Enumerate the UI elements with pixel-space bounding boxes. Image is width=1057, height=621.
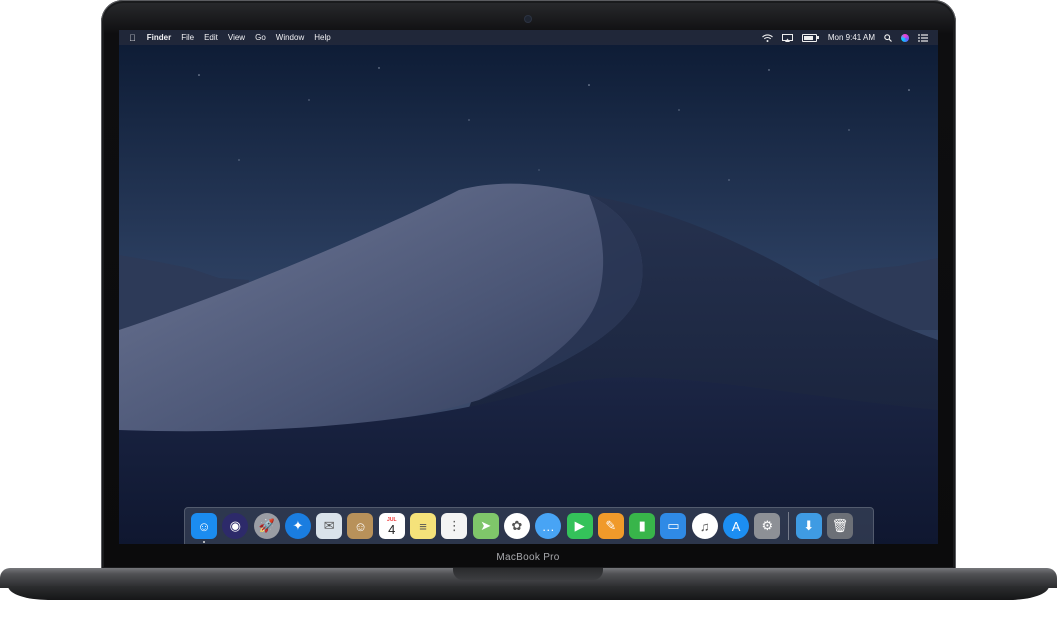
contacts-icon[interactable]: ☺ (347, 513, 374, 539)
menu-window[interactable]: Window (276, 33, 304, 42)
siri-icon[interactable] (901, 33, 909, 42)
facetime-icon[interactable]: ▶ (566, 513, 593, 539)
itunes-icon[interactable]: ♫ (691, 513, 718, 539)
launchpad-icon[interactable]: 🚀 (253, 513, 280, 539)
device-brand-label: MacBook Pro (496, 552, 560, 563)
downloads-folder-icon[interactable]: ⬇ (795, 513, 822, 539)
laptop-base-bottom (8, 586, 1049, 600)
calendar-day-label: 4 (388, 521, 396, 537)
safari-icon[interactable]: ✦ (284, 513, 311, 539)
running-indicator (203, 541, 205, 543)
menu-bar:  Finder File Edit View Go Window Help M… (119, 30, 938, 45)
airplay-icon[interactable] (781, 33, 793, 42)
trash-icon[interactable]: 🗑 (826, 513, 853, 539)
calendar-icon[interactable]: JUL 4 (378, 513, 405, 539)
dock: ☺ ◉ 🚀 ✦ ✉ ☺ JUL 4 ≡ ⋮ ➤ ✿… ▶ ✎ ▮ ▭ ♫ A ⚙ ⬇ 🗑 (184, 507, 874, 544)
keynote-icon[interactable]: ▭ (660, 513, 687, 539)
lid-opening-notch (453, 568, 603, 580)
notification-center-icon[interactable] (918, 33, 928, 42)
apple-logo-icon[interactable]:  (129, 33, 136, 43)
desktop-screen:  Finder File Edit View Go Window Help M… (119, 30, 938, 544)
gear-icon[interactable]: ⚙ (754, 513, 781, 539)
finder-icon[interactable]: ☺ (191, 513, 217, 543)
pages-icon[interactable]: ✎ (597, 513, 624, 539)
menu-file[interactable]: File (181, 33, 194, 42)
wallpaper (119, 30, 938, 544)
menu-go[interactable]: Go (255, 33, 266, 42)
photos-icon[interactable]: ✿ (503, 513, 530, 539)
wifi-icon[interactable] (761, 33, 773, 42)
battery-icon[interactable] (801, 33, 819, 42)
camera-icon (525, 16, 531, 22)
clock[interactable]: Mon 9:41 AM (828, 33, 875, 42)
maps-icon[interactable]: ➤ (472, 513, 499, 539)
notes-icon[interactable]: ≡ (410, 513, 437, 539)
menu-app-name[interactable]: Finder (147, 33, 171, 42)
search-icon[interactable] (884, 33, 892, 42)
menu-edit[interactable]: Edit (204, 33, 218, 42)
mail-icon[interactable]: ✉ (316, 513, 343, 539)
app-store-icon[interactable]: A (723, 513, 750, 539)
menu-help[interactable]: Help (314, 33, 330, 42)
reminders-icon[interactable]: ⋮ (441, 513, 468, 539)
numbers-icon[interactable]: ▮ (629, 513, 656, 539)
menu-view[interactable]: View (228, 33, 245, 42)
messages-icon[interactable]: … (535, 513, 562, 539)
siri-icon[interactable]: ◉ (222, 513, 249, 539)
dock-separator (787, 512, 789, 540)
